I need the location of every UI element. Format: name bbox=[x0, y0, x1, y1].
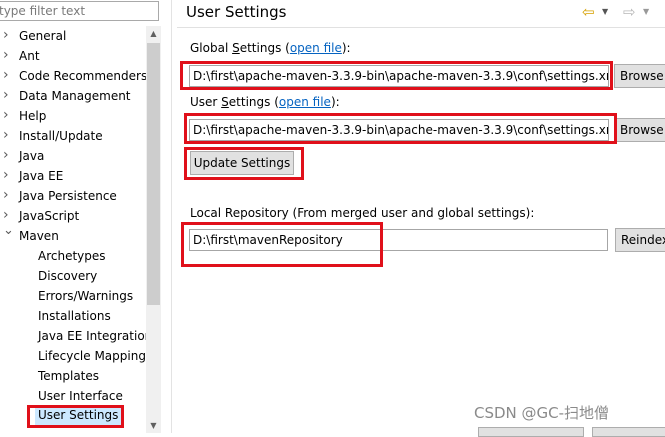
tree-item-data-management[interactable]: › Data Management bbox=[0, 86, 146, 106]
tree-item-errors-warnings[interactable]: Errors/Warnings bbox=[0, 286, 146, 306]
global-settings-label: Global Settings (open file): bbox=[190, 41, 351, 55]
chevron-right-icon[interactable]: › bbox=[3, 206, 13, 225]
tree-item-label: Ant bbox=[19, 49, 40, 63]
chevron-right-icon[interactable]: › bbox=[3, 146, 13, 165]
tree-item-java-persistence[interactable]: › Java Persistence bbox=[0, 186, 146, 206]
scroll-down-icon[interactable]: ▼ bbox=[146, 418, 161, 433]
update-settings-button[interactable]: Update Settings bbox=[190, 151, 294, 175]
user-settings-path-field[interactable]: D:\first\apache-maven-3.3.9-bin\apache-m… bbox=[189, 119, 609, 141]
tree-item-discovery[interactable]: Discovery bbox=[0, 266, 146, 286]
chevron-right-icon[interactable]: › bbox=[3, 126, 13, 145]
back-menu-chevron-down-icon[interactable]: ▼ bbox=[602, 7, 608, 16]
tree-item-javascript[interactable]: › JavaScript bbox=[0, 206, 146, 226]
back-arrow-icon[interactable]: ⇦ bbox=[582, 3, 595, 21]
chevron-right-icon[interactable]: › bbox=[3, 46, 13, 65]
tree-item-lifecycle-mappings[interactable]: Lifecycle Mappings bbox=[0, 346, 146, 366]
tree-item-label: Archetypes bbox=[38, 249, 106, 263]
tree-item-java-ee-integration[interactable]: Java EE Integration bbox=[0, 326, 146, 346]
chevron-right-icon[interactable]: › bbox=[3, 186, 13, 205]
local-repository-path-field: D:\first\mavenRepository bbox=[189, 229, 608, 251]
tree-item-archetypes[interactable]: Archetypes bbox=[0, 246, 146, 266]
tree-item-label: Maven bbox=[19, 229, 59, 243]
user-settings-label: User Settings (open file): bbox=[190, 95, 340, 109]
chevron-right-icon[interactable]: › bbox=[3, 166, 13, 185]
chevron-right-icon[interactable]: › bbox=[3, 86, 13, 105]
local-repository-label: Local Repository (From merged user and g… bbox=[190, 206, 535, 220]
forward-arrow-icon[interactable]: ⇨ bbox=[623, 3, 636, 21]
reindex-button[interactable]: Reindex bbox=[615, 228, 665, 252]
tree-item-user-interface[interactable]: User Interface bbox=[0, 386, 146, 406]
tree-scrollbar[interactable]: ▲ ▼ bbox=[146, 26, 161, 433]
scroll-thumb[interactable] bbox=[147, 43, 160, 305]
tree-item-java[interactable]: › Java bbox=[0, 146, 146, 166]
tree-item-label: User Interface bbox=[38, 389, 123, 403]
user-browse-button[interactable]: Browse... bbox=[614, 118, 665, 142]
tree-item-help[interactable]: › Help bbox=[0, 106, 146, 126]
global-settings-path-field[interactable]: D:\first\apache-maven-3.3.9-bin\apache-m… bbox=[189, 65, 609, 87]
preferences-tree-pane: › General › Ant › Code Recommenders › Data Mana… bbox=[0, 0, 161, 433]
tree-item-label: Java EE Integration bbox=[38, 329, 146, 343]
tree-item-label: Java EE bbox=[19, 169, 64, 183]
tree-item-label: Help bbox=[19, 109, 47, 123]
tree-item-label: Templates bbox=[38, 369, 100, 383]
header-divider bbox=[177, 27, 665, 28]
tree-item-java-ee[interactable]: › Java EE bbox=[0, 166, 146, 186]
tree-item-general[interactable]: › General bbox=[0, 26, 146, 46]
chevron-right-icon[interactable]: › bbox=[3, 66, 13, 85]
pane-divider[interactable] bbox=[171, 0, 172, 433]
filter-input[interactable] bbox=[0, 1, 159, 21]
restore-defaults-button[interactable] bbox=[592, 427, 665, 437]
tree-item-templates[interactable]: Templates bbox=[0, 366, 146, 386]
tree-item-label: Lifecycle Mappings bbox=[38, 349, 146, 363]
page-title: User Settings bbox=[186, 3, 287, 21]
chevron-right-icon[interactable]: › bbox=[3, 26, 13, 45]
chevron-down-icon[interactable]: ⌄ bbox=[3, 226, 14, 241]
tree-item-installations[interactable]: Installations bbox=[0, 306, 146, 326]
tree-item-label: Install/Update bbox=[19, 129, 103, 143]
forward-menu-chevron-down-icon[interactable]: ▼ bbox=[643, 7, 649, 16]
tree-item-label: General bbox=[19, 29, 67, 43]
tree-item-label: JavaScript bbox=[19, 209, 80, 223]
tree-item-user-settings[interactable]: User Settings bbox=[0, 406, 146, 426]
tree-item-label: Code Recommenders bbox=[19, 69, 146, 83]
tree-item-label: Java Persistence bbox=[19, 189, 117, 203]
apply-button[interactable] bbox=[478, 427, 584, 437]
tree-item-install-update[interactable]: › Install/Update bbox=[0, 126, 146, 146]
global-open-file-link[interactable]: open file bbox=[290, 41, 342, 55]
user-open-file-link[interactable]: open file bbox=[279, 95, 331, 109]
chevron-right-icon[interactable]: › bbox=[3, 106, 13, 125]
tree-item-label: User Settings bbox=[35, 406, 122, 425]
tree-item-label: Errors/Warnings bbox=[38, 289, 134, 303]
tree-item-ant[interactable]: › Ant bbox=[0, 46, 146, 66]
tree-item-label: Discovery bbox=[38, 269, 98, 283]
global-browse-button[interactable]: Browse... bbox=[614, 64, 665, 88]
tree-item-code-recommenders[interactable]: › Code Recommenders bbox=[0, 66, 146, 86]
tree-item-label: Data Management bbox=[19, 89, 131, 103]
tree-item-label: Java bbox=[19, 149, 45, 163]
scroll-up-icon[interactable]: ▲ bbox=[146, 26, 161, 41]
tree-item-label: Installations bbox=[38, 309, 111, 323]
tree-item-maven[interactable]: ⌄ Maven bbox=[0, 226, 146, 246]
watermark: CSDN @GC-扫地僧 bbox=[474, 404, 610, 422]
